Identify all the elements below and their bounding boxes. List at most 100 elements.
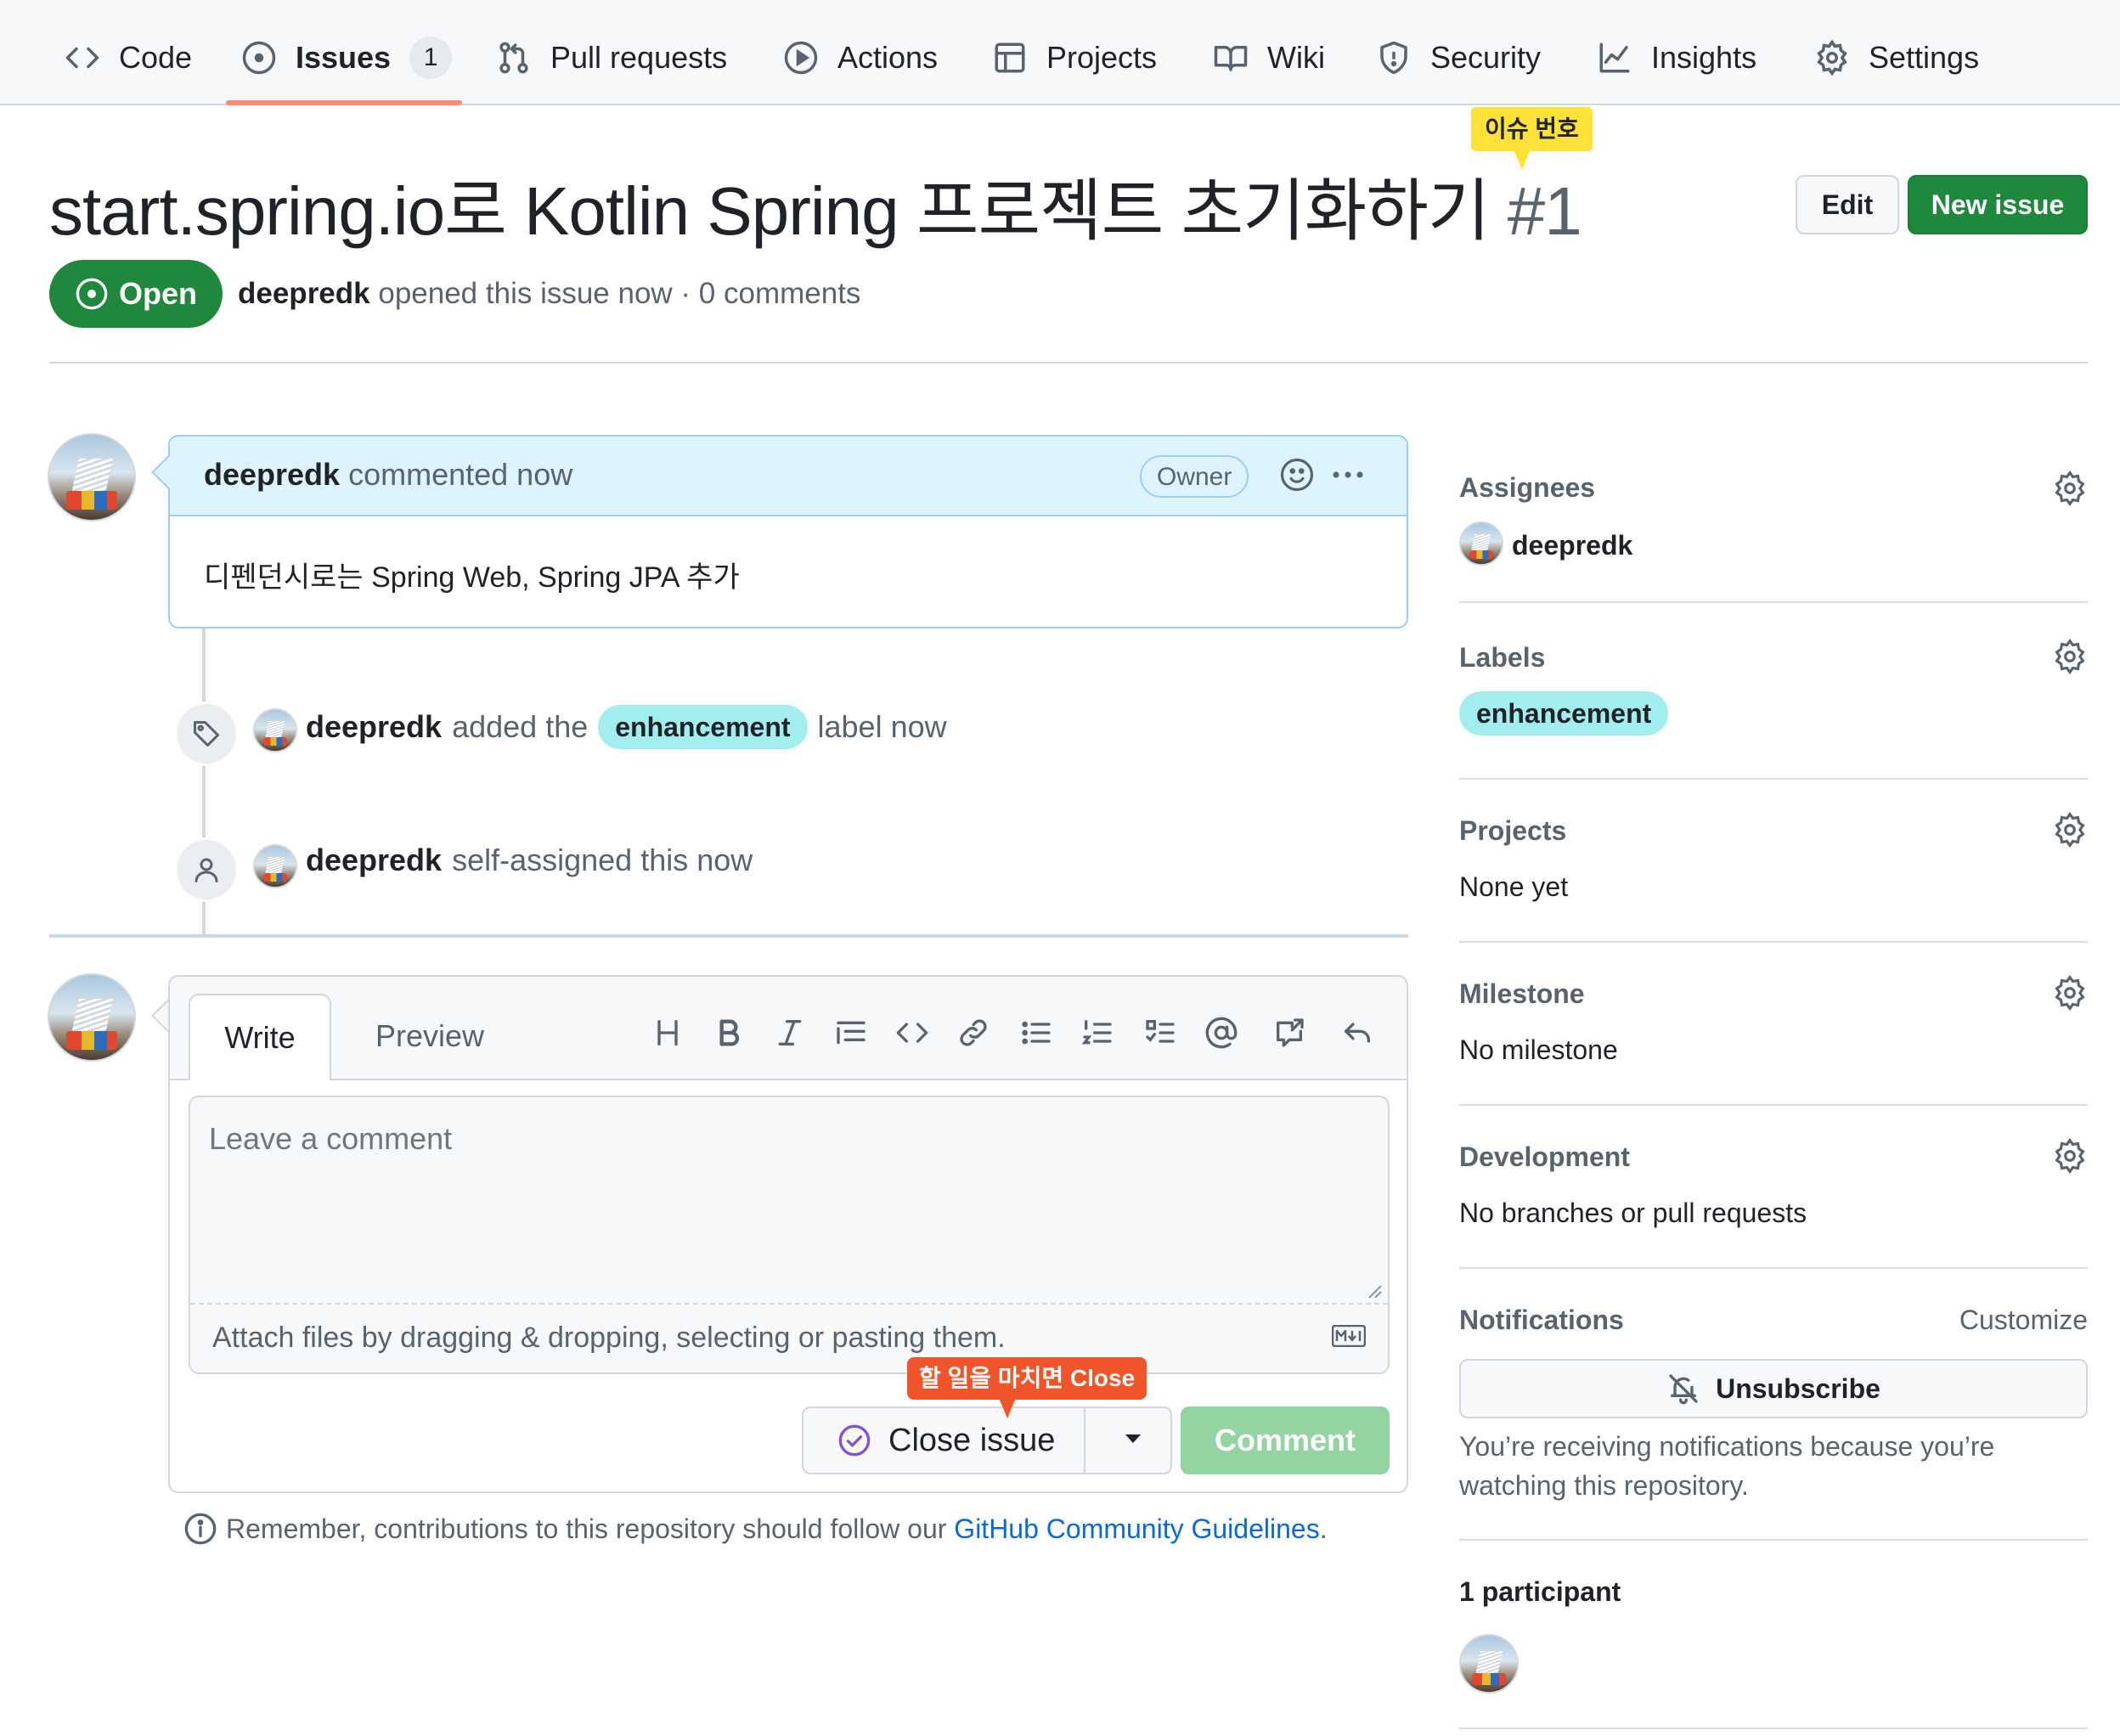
italic-icon[interactable] — [771, 1014, 809, 1051]
tab-label: Settings — [1869, 40, 1980, 75]
sidebar-participants: 1 participant — [1459, 1539, 2088, 1729]
avatar[interactable] — [48, 973, 136, 1062]
comment-author: deepredk commented now — [204, 457, 572, 493]
edit-button[interactable]: Edit — [1796, 175, 1899, 234]
actor-link[interactable]: deepredk — [306, 843, 442, 878]
quote-icon[interactable] — [832, 1014, 870, 1051]
author-link[interactable]: deepredk — [238, 277, 370, 310]
tab-label: Wiki — [1267, 40, 1325, 75]
comment-timestamp[interactable]: commented now — [348, 457, 572, 492]
milestone-value: No milestone — [1459, 1034, 1618, 1065]
avatar[interactable] — [253, 708, 297, 752]
tab-write[interactable]: Write — [189, 994, 331, 1080]
sidebar-heading[interactable]: Labels — [1459, 642, 1545, 674]
notifications-note: You’re receiving notifications because y… — [1459, 1431, 1995, 1501]
play-icon — [783, 40, 819, 76]
tab-settings[interactable]: Settings — [1814, 31, 1979, 85]
sidebar-labels: Labels enhancement — [1459, 601, 2088, 780]
guidelines-text: Remember, contributions to this reposito… — [226, 1513, 947, 1544]
shield-icon — [1376, 40, 1412, 76]
tab-security[interactable]: Security — [1376, 31, 1541, 85]
event-text: self-assigned this now — [452, 843, 753, 877]
assignee-name[interactable]: deepredk — [1512, 530, 1632, 561]
gear-icon[interactable] — [2052, 812, 2088, 848]
timeline-event-label: deepredk added the enhancement label now — [306, 705, 947, 749]
avatar[interactable] — [48, 433, 136, 521]
avatar[interactable] — [253, 844, 297, 888]
sidebar-heading[interactable]: Projects — [1459, 815, 1566, 847]
tab-label: Insights — [1651, 40, 1757, 75]
button-separator — [1084, 1408, 1085, 1473]
tab-actions[interactable]: Actions — [783, 31, 938, 85]
reply-icon[interactable] — [1339, 1014, 1376, 1051]
graph-icon — [1597, 40, 1632, 76]
link-icon[interactable] — [955, 1014, 992, 1051]
table-icon — [992, 40, 1028, 76]
comment-author-link[interactable]: deepredk — [204, 457, 340, 492]
sidebar-notifications: Notifications Customize Unsubscribe You’… — [1459, 1267, 2088, 1541]
issue-title: start.spring.io로 Kotlin Spring 프로젝트 초기화하… — [49, 156, 1582, 255]
kebab-horizontal-icon[interactable] — [1328, 457, 1367, 493]
owner-badge: Owner — [1140, 455, 1249, 498]
markdown-icon[interactable] — [1332, 1325, 1366, 1347]
git-pull-request-icon — [496, 40, 532, 76]
sidebar-assignees: Assignees deepredk — [1459, 459, 2088, 603]
comment-placeholder: Leave a comment — [209, 1121, 453, 1156]
tab-projects[interactable]: Projects — [992, 31, 1157, 85]
label-enhancement[interactable]: enhancement — [598, 705, 808, 749]
header-divider — [49, 362, 2088, 364]
issue-state-label: Open — [118, 276, 197, 311]
unordered-list-icon[interactable] — [1018, 1014, 1055, 1051]
bold-icon[interactable] — [710, 1014, 747, 1051]
gear-icon[interactable] — [2052, 1138, 2088, 1174]
code-icon[interactable] — [894, 1014, 931, 1051]
comment-button[interactable]: Comment — [1181, 1406, 1390, 1474]
chevron-down-icon[interactable] — [1125, 1434, 1142, 1444]
actor-link[interactable]: deepredk — [306, 709, 442, 745]
unsubscribe-button[interactable]: Unsubscribe — [1459, 1359, 2088, 1418]
label-enhancement[interactable]: enhancement — [1459, 691, 1669, 736]
gear-icon[interactable] — [2052, 975, 2088, 1011]
gear-icon[interactable] — [2052, 471, 2088, 506]
tasklist-icon[interactable] — [1142, 1014, 1179, 1051]
attach-hint: Attach files by dragging & dropping, sel… — [212, 1322, 1006, 1354]
timeline-end-divider — [49, 934, 1408, 938]
unsubscribe-label: Unsubscribe — [1716, 1372, 1880, 1404]
ordered-list-icon[interactable] — [1079, 1014, 1116, 1051]
close-issue-label: Close issue — [888, 1422, 1056, 1458]
customize-link[interactable]: Customize — [1959, 1305, 2088, 1336]
heading-icon[interactable] — [649, 1014, 686, 1051]
sidebar-heading[interactable]: Development — [1459, 1141, 1630, 1173]
sidebar-heading[interactable]: Milestone — [1459, 978, 1585, 1010]
gear-icon[interactable] — [2052, 639, 2088, 674]
attach-files-area[interactable]: Attach files by dragging & dropping, sel… — [190, 1303, 1388, 1372]
tab-preview[interactable]: Preview — [345, 994, 515, 1079]
tab-issues[interactable]: Issues 1 — [241, 31, 453, 85]
tab-pull-requests[interactable]: Pull requests — [496, 31, 727, 85]
tag-icon — [191, 719, 222, 749]
comment-textarea[interactable]: Leave a comment Attach files by dragging… — [189, 1096, 1390, 1374]
check-circle-icon — [837, 1423, 871, 1457]
timeline-badge — [174, 702, 239, 766]
event-text: added the — [452, 709, 589, 744]
projects-value: None yet — [1459, 871, 1569, 902]
tab-wiki[interactable]: Wiki — [1213, 31, 1325, 85]
new-issue-button[interactable]: New issue — [1908, 175, 2088, 234]
active-tab-underline — [226, 100, 462, 105]
guidelines-period: . — [1319, 1513, 1328, 1544]
smiley-icon[interactable] — [1279, 457, 1315, 493]
tab-code[interactable]: Code — [65, 31, 192, 85]
community-guidelines-link[interactable]: GitHub Community Guidelines — [954, 1513, 1319, 1544]
cross-reference-icon[interactable] — [1271, 1014, 1308, 1051]
close-issue-main[interactable]: Close issue — [837, 1408, 1055, 1473]
issue-meta: deepredk opened this issue now · 0 comme… — [238, 277, 860, 311]
resize-handle-icon[interactable] — [1366, 1282, 1383, 1299]
sidebar-heading: Notifications — [1459, 1305, 1624, 1335]
sidebar-heading[interactable]: Assignees — [1459, 472, 1595, 504]
avatar[interactable] — [1459, 1634, 1519, 1694]
close-issue-button[interactable]: Close issue — [802, 1406, 1172, 1474]
avatar[interactable] — [1459, 521, 1503, 566]
tab-insights[interactable]: Insights — [1597, 31, 1756, 85]
guidelines-note: Remember, contributions to this reposito… — [183, 1512, 1328, 1546]
mention-icon[interactable] — [1203, 1014, 1240, 1051]
